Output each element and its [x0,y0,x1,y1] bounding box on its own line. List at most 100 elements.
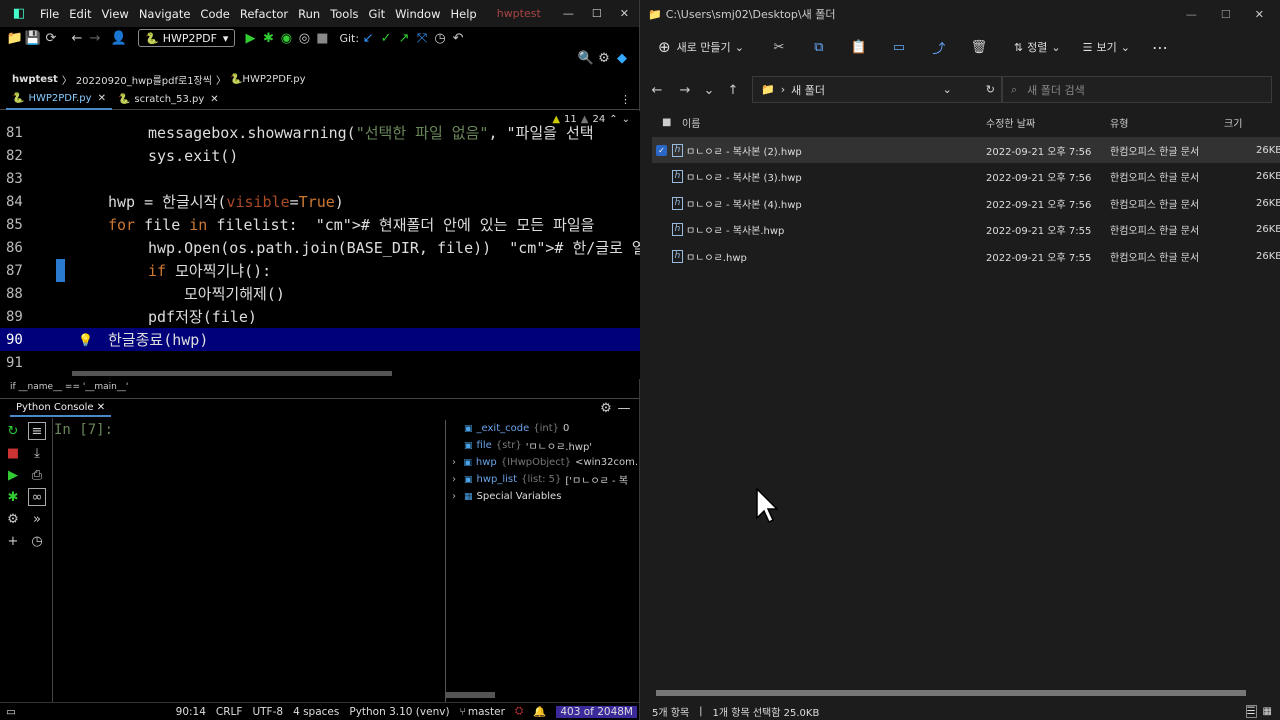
menu-run[interactable]: Run [298,7,320,21]
recent-icon[interactable]: ⌄ [700,81,718,99]
indent-setting[interactable]: 4 spaces [293,706,339,718]
file-encoding[interactable]: UTF-8 [252,706,283,718]
menu-navigate[interactable]: Navigate [139,7,191,21]
minimize-button[interactable]: — [563,7,574,20]
row-checkbox[interactable] [656,251,667,262]
delete-icon[interactable]: 🗑 [970,38,988,56]
open-folder-icon[interactable]: 📁 [6,29,24,47]
expand-icon[interactable]: › [452,474,464,485]
gear-icon[interactable]: ⚙ [595,49,613,67]
details-view-icon[interactable]: ☰ [1245,704,1257,718]
code-line[interactable]: 90 한글종료(hwp) 💡 [0,328,640,351]
file-row[interactable]: ℎ ㅁㄴㅇㄹ - 복사본.hwp 2022-09-21 오후 7:55 한컴오피스 한… [652,217,1280,243]
menu-edit[interactable]: Edit [69,7,91,21]
minimize-button[interactable]: — [1186,8,1197,21]
maximize-button[interactable]: ☐ [1221,8,1231,21]
show-variables-icon[interactable]: ∞ [28,488,46,506]
hide-icon[interactable]: — [615,400,633,418]
code-line[interactable]: 81 messagebox.showwarning("선택한 파일 없음", "파… [0,121,640,144]
search-icon[interactable]: 🔍 [577,49,595,67]
maximize-button[interactable]: ☐ [592,7,602,20]
sync-icon[interactable]: ⟳ [42,29,60,47]
menu-refactor[interactable]: Refactor [240,7,288,21]
close-icon[interactable]: ✕ [97,402,105,413]
code-line[interactable]: 88 모아찍기해제() [0,282,640,305]
gear-icon[interactable]: ⚙ [597,400,615,418]
search-input[interactable]: ⌕ 새 폴더 검색 [1002,76,1272,103]
menu-help[interactable]: Help [451,7,477,21]
column-type[interactable]: 유형 [1110,115,1128,130]
chevron-up-icon[interactable]: ⌃ [609,114,617,125]
copy-icon[interactable]: ⧉ [810,38,828,56]
sort-button[interactable]: 정렬 [1027,39,1047,55]
breadcrumb-folder[interactable]: 20220920_hwp를pdf로1장씩 [76,72,212,87]
history-icon[interactable]: ◷ [28,532,46,550]
vcs-user-icon[interactable]: 👤 [110,29,128,47]
close-button[interactable]: ✕ [620,7,629,20]
variable-row[interactable]: ▣ _exit_code {int} 0 [446,420,638,437]
variable-row[interactable]: › ▣ hwp {IHwpObject} <win32com. [446,454,638,471]
rerun-icon[interactable]: ↻ [4,422,22,440]
close-icon[interactable]: ✕ [210,94,218,105]
lightbulb-icon[interactable]: 💡 [78,333,93,347]
tab-menu-icon[interactable]: ⋮ [620,93,631,106]
expand-icon[interactable]: › [452,457,463,468]
menu-code[interactable]: Code [200,7,229,21]
settings-icon[interactable]: ⚙ [4,510,22,528]
more-icon[interactable]: » [28,510,46,528]
menu-file[interactable]: File [40,7,59,21]
breadcrumb-project[interactable]: hwptest [12,74,58,85]
tiles-view-icon[interactable]: ▦ [1263,706,1272,717]
paste-icon[interactable]: 📋 [850,38,868,56]
cut-icon[interactable]: ✂ [770,38,788,56]
row-checkbox[interactable] [656,171,667,182]
tab-python-console[interactable]: Python Console ✕ [10,400,112,417]
code-line[interactable]: 87 if 모아찍기냐(): [0,259,640,282]
code-line[interactable]: 84 hwp = 한글시작(visible=True) [0,190,640,213]
address-bar[interactable]: 📁 › 새 폴더 ⌄ ↻ [752,76,1002,103]
soft-wrap-icon[interactable]: ≡ [28,422,46,440]
lock-icon[interactable]: ⛭ [515,705,523,718]
close-icon[interactable]: ✕ [98,93,106,104]
chevron-down-icon[interactable]: ⌄ [622,114,630,125]
forward-icon[interactable]: → [676,81,694,99]
debug-icon[interactable]: ✱ [4,488,22,506]
run-config-select[interactable]: 🐍 HWP2PDF ▾ [138,29,236,47]
more-options-icon[interactable]: ⋯ [1152,38,1168,57]
coverage-icon[interactable]: ◉ [277,29,295,47]
file-row[interactable]: ℎ ㅁㄴㅇㄹ - 복사본 (4).hwp 2022-09-21 오후 7:56 한컴오… [652,190,1280,216]
git-push-icon[interactable]: ↗ [395,29,413,47]
row-checkbox[interactable]: ✓ [656,144,667,156]
debug-icon[interactable]: ✱ [259,29,277,47]
history-icon[interactable]: ◷ [431,29,449,47]
close-button[interactable]: ✕ [1255,8,1264,21]
view-button[interactable]: 보기 [1096,39,1116,55]
variable-row[interactable]: › ▦ Special Variables [446,488,638,505]
code-line[interactable]: 89 pdf저장(file) [0,305,640,328]
horizontal-scrollbar[interactable] [72,371,392,376]
code-editor[interactable]: ▲ 11 ▲ 24 ⌃ ⌄ 81 messagebox.showwarning("선택한… [0,111,640,379]
select-all-checkbox[interactable]: ■ [662,117,671,128]
menu-git[interactable]: Git [369,7,386,21]
chevron-down-icon[interactable]: ⌄ [943,83,952,96]
breadcrumb-file[interactable]: HWP2PDF.py [242,74,305,85]
variable-row[interactable]: › ▣ hwp_list {list: 5} ['ㅁㄴㅇㄹ - 복 [446,471,638,488]
row-checkbox[interactable] [656,224,667,235]
variables-scrollbar[interactable] [445,692,495,698]
profile-icon[interactable]: ◎ [295,29,313,47]
code-line[interactable]: 82 sys.exit() [0,144,640,167]
layout-icon[interactable]: ▭ [6,706,16,718]
code-line[interactable]: 83 [0,167,640,190]
column-name[interactable]: 이름 [682,115,700,130]
caret-position[interactable]: 90:14 [176,706,206,718]
run-icon[interactable]: ▶ [4,466,22,484]
code-line[interactable]: 85 for file in filelist: "cm"># 현재폴더 안에 있… [0,213,640,236]
git-branch[interactable]: master [468,706,505,718]
share-icon[interactable]: ⤴ [930,38,948,57]
code-line[interactable]: 86 hwp.Open(os.path.join(BASE_DIR, file))… [0,236,640,259]
column-size[interactable]: 크기 [1224,115,1242,130]
horizontal-scrollbar[interactable] [656,690,1246,696]
console-prompt[interactable]: In [7]: [54,422,113,438]
git-branch-icon[interactable]: ⤧ [413,29,431,47]
menu-view[interactable]: View [102,7,129,21]
